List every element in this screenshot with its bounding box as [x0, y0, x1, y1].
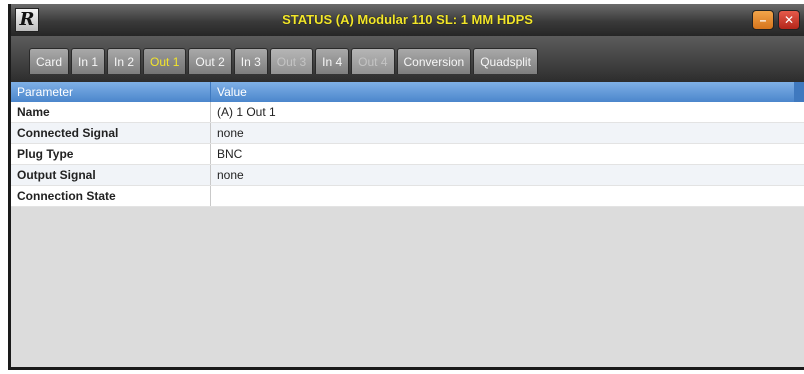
tab-out-2[interactable]: Out 2: [188, 48, 232, 74]
tab-in-2[interactable]: In 2: [107, 48, 142, 74]
tab-out-4: Out 4: [351, 48, 395, 74]
value-cell: none: [217, 126, 244, 140]
parameter-table: Parameter Value Name (A) 1 Out 1 Connect…: [11, 82, 804, 207]
tab-in-3[interactable]: In 3: [233, 48, 268, 74]
table-row[interactable]: Connected Signal none: [11, 123, 804, 144]
tab-row: Card In 1 In 2 Out 1 Out 2 In 3 Out 3 In…: [29, 44, 540, 74]
table-row[interactable]: Output Signal none: [11, 165, 804, 186]
header-corner: [794, 82, 804, 102]
value-cell: none: [217, 168, 244, 182]
tab-card[interactable]: Card: [29, 48, 70, 74]
close-button[interactable]: ✕: [778, 10, 800, 30]
column-header-value[interactable]: Value: [211, 82, 804, 102]
title-bar[interactable]: R STATUS (A) Modular 110 SL: 1 MM HDPS –…: [11, 4, 804, 37]
tab-conversion[interactable]: Conversion: [396, 48, 472, 74]
column-header-parameter[interactable]: Parameter: [11, 82, 211, 102]
parameter-cell: Connection State: [11, 186, 211, 206]
parameter-cell: Connected Signal: [11, 123, 211, 143]
parameter-cell: Name: [11, 102, 211, 122]
value-cell: (A) 1 Out 1: [217, 105, 276, 119]
tab-quadsplit[interactable]: Quadsplit: [473, 48, 538, 74]
window-title: STATUS (A) Modular 110 SL: 1 MM HDPS: [282, 12, 533, 27]
table-row[interactable]: Name (A) 1 Out 1: [11, 102, 804, 123]
table-row[interactable]: Connection State: [11, 186, 804, 207]
value-cell: [211, 186, 804, 206]
app-logo-icon: R: [15, 8, 39, 32]
table-row[interactable]: Plug Type BNC: [11, 144, 804, 165]
minimize-button[interactable]: –: [752, 10, 774, 30]
parameter-cell: Plug Type: [11, 144, 211, 164]
tab-in-1[interactable]: In 1: [71, 48, 106, 74]
table-header: Parameter Value: [11, 82, 804, 102]
tab-in-4[interactable]: In 4: [315, 48, 350, 74]
tab-out-3: Out 3: [269, 48, 314, 74]
tab-out-1[interactable]: Out 1: [143, 48, 187, 74]
value-cell: BNC: [217, 147, 243, 161]
tab-strip: Card In 1 In 2 Out 1 Out 2 In 3 Out 3 In…: [11, 36, 804, 82]
status-window: R STATUS (A) Modular 110 SL: 1 MM HDPS –…: [8, 4, 804, 370]
parameter-cell: Output Signal: [11, 165, 211, 185]
